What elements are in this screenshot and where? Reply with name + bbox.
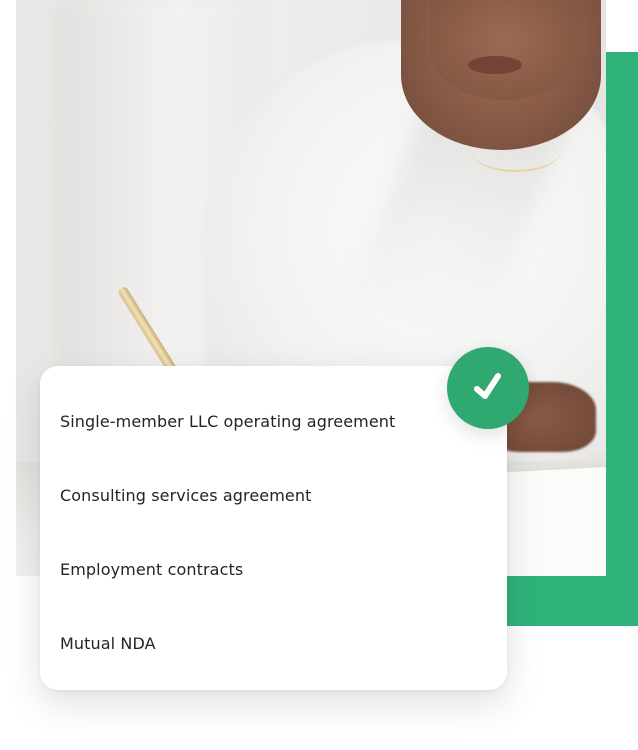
list-item: Consulting services agreement [60,486,312,505]
list-item: Employment contracts [60,560,244,579]
agreements-card: Single-member LLC operating agreement Co… [40,366,507,690]
list-item: Mutual NDA [60,634,156,653]
list-item: Single-member LLC operating agreement [60,412,396,431]
check-badge [447,347,529,429]
checkmark-icon [468,368,508,408]
hero-illustration: Single-member LLC operating agreement Co… [0,0,638,750]
